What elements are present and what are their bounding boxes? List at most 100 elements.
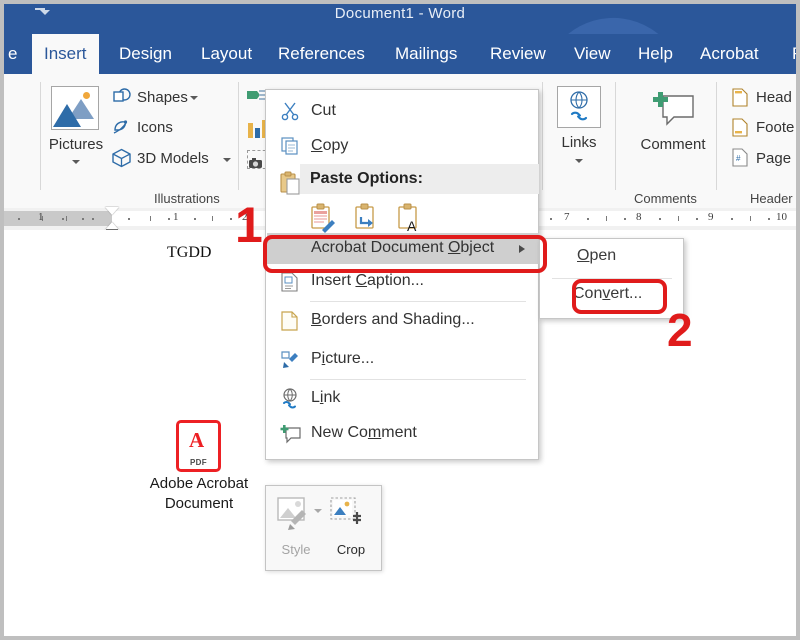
context-menu-item-new-comment[interactable]: New Comment — [267, 416, 539, 451]
tab-design[interactable]: Design — [107, 34, 184, 74]
icons-label: Icons — [137, 119, 173, 136]
submenu-label: Convert... — [573, 285, 642, 303]
page-number-label: Page — [756, 150, 791, 167]
caption-line-1: Adobe Acrobat — [114, 474, 284, 494]
caption-line-2: Document — [114, 494, 284, 514]
group-separator — [40, 82, 41, 190]
comment-button-label: Comment — [623, 136, 723, 153]
borders-shading-icon — [281, 311, 299, 331]
context-menu-label: Borders and Shading... — [311, 311, 475, 329]
annotation-step-1: 1 — [235, 200, 263, 250]
merge-formatting-icon — [353, 203, 379, 233]
footer-label: Foote — [756, 119, 794, 136]
ribbon-tab-bar: e Insert Design Layout References Mailin… — [4, 34, 796, 74]
chevron-down-icon — [314, 509, 322, 513]
ruler-number: 10 — [776, 211, 787, 223]
group-label-comments: Comments — [634, 191, 697, 206]
chevron-down-icon — [575, 159, 583, 163]
tab-references[interactable]: References — [266, 34, 377, 74]
insert-caption-icon — [281, 272, 299, 292]
menu-separator — [310, 379, 526, 380]
context-menu-label: Insert Caption... — [311, 272, 424, 290]
menu-separator — [552, 278, 672, 279]
context-menu-label: Acrobat Document Object — [311, 239, 494, 257]
context-menu[interactable]: Cut Copy Paste Options: — [265, 89, 539, 460]
context-menu-item-cut[interactable]: Cut — [267, 94, 539, 129]
svg-text:A: A — [407, 218, 417, 233]
chevron-down-icon — [72, 160, 80, 164]
context-menu-item-picture[interactable]: Picture... — [267, 342, 539, 377]
link-icon — [280, 388, 300, 409]
adobe-acrobat-pdf-icon[interactable]: А PDF — [176, 420, 221, 472]
title-bar: Document1 - Word — [4, 4, 796, 34]
context-menu-item-insert-caption[interactable]: Insert Caption... — [267, 264, 539, 299]
new-comment-icon — [280, 424, 302, 444]
first-line-indent-marker[interactable] — [105, 207, 119, 215]
style-label: Style — [270, 542, 322, 557]
context-menu-item-borders-and-shading[interactable]: Borders and Shading... — [267, 303, 539, 338]
footer-icon — [732, 118, 748, 137]
window-title: Document1 - Word — [4, 5, 796, 22]
pdf-icon-label: PDF — [176, 458, 221, 467]
tab-help[interactable]: Help — [626, 34, 685, 74]
embedded-object-caption: Adobe Acrobat Document — [114, 474, 284, 515]
menu-separator — [310, 301, 526, 302]
picture-icon — [280, 350, 300, 370]
icons-icon — [112, 118, 132, 137]
context-menu-item-link[interactable]: Link — [267, 381, 539, 416]
tab-review[interactable]: Review — [478, 34, 558, 74]
crop-label: Crop — [325, 542, 377, 557]
group-label-header: Header — [750, 191, 793, 206]
group-separator — [238, 82, 239, 190]
ruler-margin-left — [4, 211, 112, 226]
3d-models-label: 3D Models — [137, 150, 209, 167]
cut-icon — [280, 101, 300, 121]
copy-icon — [280, 136, 300, 156]
svg-text:#: # — [736, 154, 741, 163]
submenu-arrow-icon — [519, 245, 525, 253]
word-window: Document1 - Word e Insert Design Layout … — [0, 0, 800, 640]
crop-icon — [329, 496, 367, 532]
submenu-label: Open — [577, 247, 616, 265]
tab-acrobat[interactable]: Acrobat — [688, 34, 771, 74]
page-number-icon: # — [732, 148, 748, 167]
tab-layout[interactable]: Layout — [189, 34, 264, 74]
context-menu-label: New Comment — [311, 424, 417, 442]
tab-home[interactable]: e — [0, 34, 29, 74]
ruler-number: 8 — [636, 211, 642, 223]
shapes-icon — [112, 88, 132, 106]
acrobat-object-submenu[interactable]: Open Convert... — [539, 238, 684, 319]
tab-overflow[interactable]: F — [780, 34, 800, 74]
document-body-text: TGDD — [167, 244, 211, 262]
context-menu-label: Picture... — [311, 350, 374, 368]
ruler-number: 1 — [173, 211, 179, 223]
keep-text-only-icon: A — [396, 203, 422, 233]
chevron-down-icon — [223, 158, 231, 162]
annotation-step-2: 2 — [667, 307, 693, 353]
paste-icon — [279, 171, 301, 195]
context-menu-label: Link — [311, 389, 340, 407]
group-label-illustrations: Illustrations — [154, 191, 220, 206]
context-menu-item-copy[interactable]: Copy — [267, 129, 539, 164]
context-menu-item-acrobat-document-object[interactable]: Acrobat Document Object — [267, 233, 539, 264]
pictures-button-label: Pictures — [44, 136, 108, 153]
tab-view[interactable]: View — [562, 34, 623, 74]
chevron-down-icon — [190, 96, 198, 100]
tab-insert[interactable]: Insert — [32, 34, 99, 74]
keep-source-formatting-icon — [309, 203, 337, 233]
links-button-label: Links — [552, 134, 606, 151]
context-menu-label: Cut — [311, 102, 336, 120]
context-menu-label: Copy — [311, 137, 348, 155]
links-icon — [557, 86, 601, 128]
header-icon — [732, 88, 748, 107]
ruler-number: 7 — [564, 211, 570, 223]
pictures-icon — [51, 86, 99, 130]
header-label: Head — [756, 89, 792, 106]
shapes-label: Shapes — [137, 89, 188, 106]
ruler-number: 1 — [38, 211, 44, 223]
group-separator — [542, 82, 543, 190]
picture-mini-toolbar[interactable]: Style Crop — [265, 485, 382, 571]
tab-mailings[interactable]: Mailings — [383, 34, 469, 74]
new-comment-icon — [651, 88, 697, 132]
3d-models-icon — [111, 148, 132, 169]
